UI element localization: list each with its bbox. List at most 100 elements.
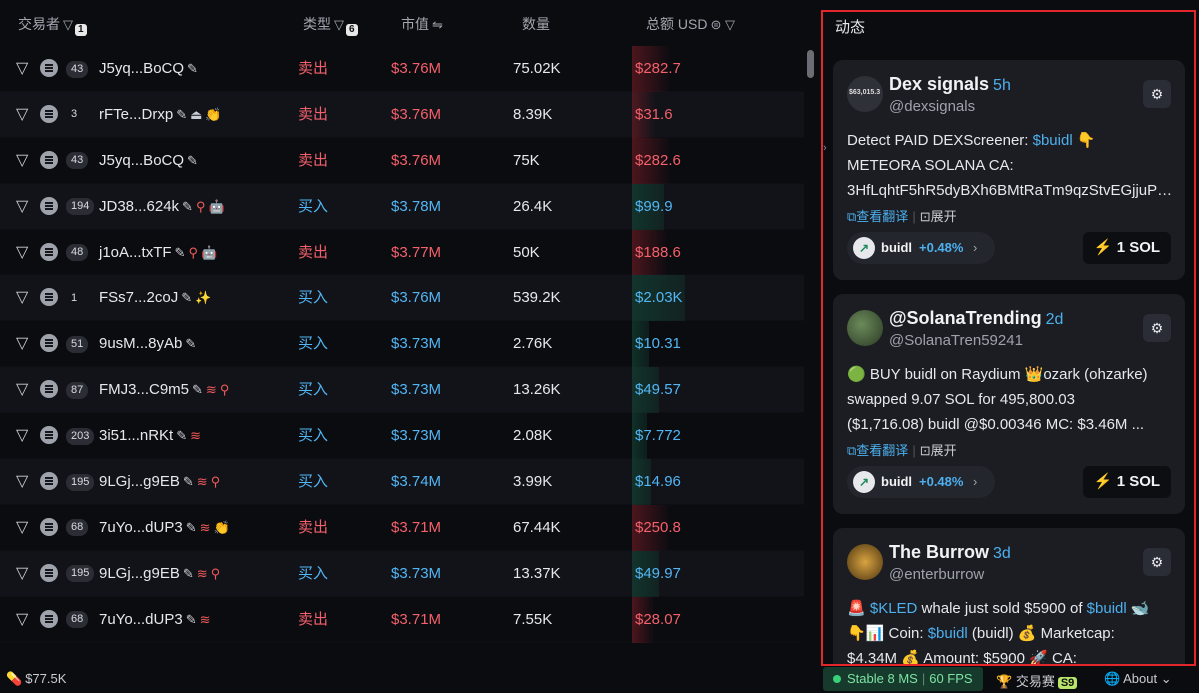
edit-icon: ✎ xyxy=(182,198,193,214)
trader-address[interactable]: 7uYo...dUP3 ✎ ≋ 👏 xyxy=(99,505,230,551)
post-text: whale just sold $5900 of xyxy=(917,600,1087,617)
menu-icon[interactable] xyxy=(40,551,58,597)
header-mcap[interactable]: 市值 ⇋ xyxy=(401,14,443,34)
filter-icon[interactable]: ▽ xyxy=(16,551,28,597)
avatar[interactable]: $63,015.3 xyxy=(847,76,883,112)
header-qty-label: 数量 xyxy=(522,16,550,32)
trader-address[interactable]: J5yq...BoCQ ✎ xyxy=(99,46,198,92)
menu-icon[interactable] xyxy=(40,138,58,184)
trade-type: 卖出 xyxy=(298,105,329,123)
menu-icon[interactable] xyxy=(40,367,58,413)
currency-filter-icon[interactable]: ⊜ ▽ xyxy=(710,17,735,33)
post-line: $4.34M 💰 Amount: $5900 🚀 CA: xyxy=(847,646,1173,664)
token-chip[interactable]: ↗ buidl +0.48% › xyxy=(847,466,995,498)
collapse-chevron-icon[interactable]: › xyxy=(823,142,827,154)
filter-icon[interactable]: ▽ xyxy=(16,597,28,643)
token-link[interactable]: $KLED xyxy=(870,600,918,617)
swap-icon[interactable]: ⇋ xyxy=(432,17,443,33)
settings-icon[interactable]: ⚙ xyxy=(1143,548,1171,576)
menu-icon[interactable] xyxy=(40,275,58,321)
filter-icon[interactable]: ▽ xyxy=(16,459,28,505)
trader-address[interactable]: 3i51...nRKt ✎ ≋ xyxy=(99,413,201,459)
filter-icon[interactable]: ▽ xyxy=(16,505,28,551)
edit-icon: ✎ xyxy=(181,290,193,306)
trader-address[interactable]: 9usM...8yAb ✎ xyxy=(99,321,196,367)
menu-icon[interactable] xyxy=(40,413,58,459)
total-usd: $49.57 xyxy=(635,381,681,399)
header-type[interactable]: 类型 ▽ 6 xyxy=(303,14,358,36)
menu-icon[interactable] xyxy=(40,184,58,230)
about-button[interactable]: 🌐 About ⌄ xyxy=(1104,671,1172,687)
avatar[interactable] xyxy=(847,310,883,346)
token-link[interactable]: $buidl xyxy=(1087,600,1127,617)
filter-icon[interactable]: ▽ xyxy=(63,17,73,33)
menu-icon[interactable] xyxy=(40,321,58,367)
menu-icon[interactable] xyxy=(40,46,58,92)
header-total[interactable]: 总额 USD ⊜ ▽ xyxy=(646,14,735,34)
connection-status[interactable]: Stable 8 MS | 60 FPS xyxy=(823,667,983,691)
filter-icon[interactable]: ▽ xyxy=(16,46,28,92)
filter-icon[interactable]: ▽ xyxy=(16,138,28,184)
trade-count: 68 xyxy=(66,505,89,551)
total-usd: $7.772 xyxy=(635,427,681,445)
competition-button[interactable]: 🏆 交易赛 S9 xyxy=(996,671,1078,690)
author-handle[interactable]: @enterburrow xyxy=(889,566,984,583)
token-link[interactable]: $buidl xyxy=(1033,132,1073,149)
filter-icon[interactable]: ▽ xyxy=(16,321,28,367)
menu-icon[interactable] xyxy=(40,505,58,551)
season-badge: S9 xyxy=(1057,677,1078,689)
sol-price[interactable]: 💊 $77.5K xyxy=(6,671,66,687)
filter-icon[interactable]: ▽ xyxy=(16,275,28,321)
feed-card[interactable]: @SolanaTrending 2d @SolanaTren59241 ⚙ 🟢 BUY … xyxy=(833,294,1185,514)
post-text: 👇 xyxy=(1072,132,1096,149)
author-name[interactable]: @SolanaTrending 2d xyxy=(889,308,1063,329)
settings-icon[interactable]: ⚙ xyxy=(1143,314,1171,342)
translate-link[interactable]: 查看翻译 xyxy=(856,209,908,224)
expand-link[interactable]: 展开 xyxy=(931,443,957,458)
menu-icon[interactable] xyxy=(40,459,58,505)
trader-address[interactable]: 9LGj...g9EB ✎ ≋ ⚲ xyxy=(99,551,220,597)
trader-address[interactable]: j1oA...txTF ✎ ⚲ 🤖 xyxy=(99,230,217,276)
feed-card[interactable]: $63,015.3 Dex signals 5h @dexsignals ⚙ Detect… xyxy=(833,60,1185,280)
settings-icon[interactable]: ⚙ xyxy=(1143,80,1171,108)
menu-dot-icon xyxy=(40,426,58,445)
author-handle[interactable]: @SolanaTren59241 xyxy=(889,332,1023,349)
quick-buy-button[interactable]: ⚡ 1 SOL xyxy=(1083,232,1171,264)
trader-address[interactable]: J5yq...BoCQ ✎ xyxy=(99,138,198,184)
table-row: ▽ 87 FMJ3...C9m5 ✎ ≋ ⚲ 买入 $3.73M 13.26K $49.57 xyxy=(0,367,804,414)
menu-icon[interactable] xyxy=(40,597,58,643)
scrollbar[interactable] xyxy=(807,50,814,78)
expand-link[interactable]: 展开 xyxy=(931,209,957,224)
menu-dot-icon xyxy=(40,517,58,536)
hook-icon: ⚲ xyxy=(195,198,206,214)
post-text: METEORA SOLANA CA: xyxy=(847,157,1014,174)
trader-address[interactable]: JD38...624k ✎ ⚲ 🤖 xyxy=(99,184,225,230)
avatar[interactable] xyxy=(847,544,883,580)
trader-address[interactable]: 9LGj...g9EB ✎ ≋ ⚲ xyxy=(99,459,220,505)
trade-count-value: 68 xyxy=(66,611,89,629)
author-name[interactable]: Dex signals 5h xyxy=(889,74,1011,95)
quick-buy-button[interactable]: ⚡ 1 SOL xyxy=(1083,466,1171,498)
trader-address[interactable]: FMJ3...C9m5 ✎ ≋ ⚲ xyxy=(99,367,229,413)
trade-count-value: 1 xyxy=(71,291,78,304)
token-chip[interactable]: ↗ buidl +0.48% › xyxy=(847,232,995,264)
token-link[interactable]: $buidl xyxy=(928,625,968,642)
filter-icon[interactable]: ▽ xyxy=(16,367,28,413)
translate-link[interactable]: 查看翻译 xyxy=(856,443,908,458)
filter-icon[interactable]: ▽ xyxy=(16,92,28,138)
feed-card[interactable]: The Burrow 3d @enterburrow ⚙ 🚨 $KLED whale j… xyxy=(833,528,1185,664)
filter-icon[interactable]: ▽ xyxy=(16,413,28,459)
author-handle[interactable]: @dexsignals xyxy=(889,98,975,115)
trader-address[interactable]: rFTe...Drxp ✎ ⏏ 👏 xyxy=(99,92,222,138)
edit-icon: ✎ xyxy=(187,61,198,76)
filter-icon[interactable]: ▽ xyxy=(334,17,344,33)
filter-icon[interactable]: ▽ xyxy=(16,230,28,276)
author-name[interactable]: The Burrow 3d xyxy=(889,542,1011,563)
stack-icon: ≋ xyxy=(190,428,202,444)
trader-address[interactable]: 7uYo...dUP3 ✎ ≋ xyxy=(99,597,211,643)
menu-icon[interactable] xyxy=(40,230,58,276)
filter-icon[interactable]: ▽ xyxy=(16,184,28,230)
trader-address[interactable]: FSs7...2coJ ✎ ✨ xyxy=(99,275,211,321)
menu-icon[interactable] xyxy=(40,92,58,138)
header-trader[interactable]: 交易者 ▽ 1 xyxy=(18,14,87,36)
